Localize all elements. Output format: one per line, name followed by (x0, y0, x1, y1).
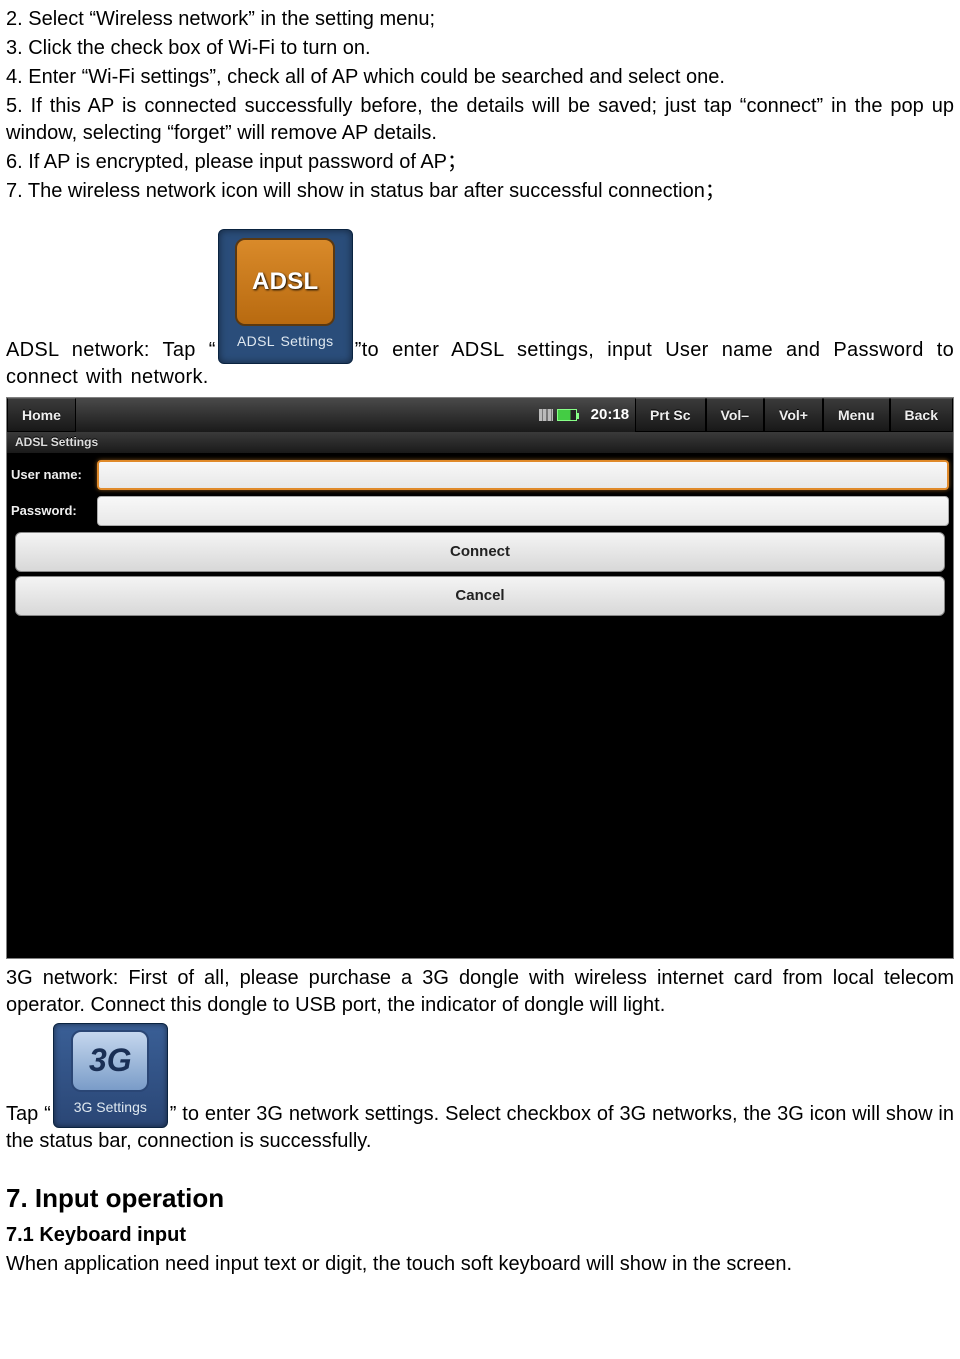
g3-icon-inner: 3G (71, 1030, 149, 1092)
topbar: Home 20:18 Prt Sc Vol– Vol+ Menu Back (7, 398, 953, 432)
adsl-settings-screenshot: Home 20:18 Prt Sc Vol– Vol+ Menu Back AD… (6, 397, 954, 959)
subheader: ADSL Settings (7, 432, 953, 454)
section-7-heading: 7. Input operation (6, 1181, 954, 1216)
voldown-button[interactable]: Vol– (706, 398, 765, 432)
step-3: 3. Click the check box of Wi-Fi to turn … (6, 35, 954, 62)
password-input[interactable] (97, 496, 949, 526)
g3-paragraph: 3G network: First of all, please purchas… (6, 965, 954, 1019)
step-5: 5. If this AP is connected successfully … (6, 93, 954, 147)
home-button[interactable]: Home (7, 398, 76, 432)
g3-prefix: Tap “ (6, 1103, 51, 1125)
step-4: 4. Enter “Wi-Fi settings”, check all of … (6, 64, 954, 91)
prtsc-button[interactable]: Prt Sc (635, 398, 705, 432)
step-2: 2. Select “Wireless network” in the sett… (6, 6, 954, 33)
step-6: 6. If AP is encrypted, please input pass… (6, 149, 954, 176)
section-7-1-body: When application need input text or digi… (6, 1251, 954, 1278)
status-area (531, 398, 585, 432)
adsl-icon-label: ADSL Settings (237, 332, 333, 351)
adsl-settings-icon: ADSL ADSL Settings (218, 229, 353, 364)
adsl-prefix: ADSL network: Tap “ (6, 339, 216, 361)
connect-button[interactable]: Connect (15, 532, 945, 572)
step-7: 7. The wireless network icon will show i… (6, 178, 954, 205)
g3-settings-icon: 3G 3G Settings (53, 1023, 168, 1128)
password-label: Password: (11, 502, 97, 520)
cancel-button[interactable]: Cancel (15, 576, 945, 616)
back-button[interactable]: Back (890, 398, 953, 432)
username-label: User name: (11, 466, 97, 484)
clock: 20:18 (585, 398, 635, 432)
volup-button[interactable]: Vol+ (764, 398, 823, 432)
section-7-1-heading: 7.1 Keyboard input (6, 1222, 954, 1249)
battery-icon (557, 409, 577, 421)
signal-icon (539, 409, 553, 421)
g3-icon-label: 3G Settings (74, 1098, 147, 1117)
menu-button[interactable]: Menu (823, 398, 890, 432)
username-input[interactable] (97, 460, 949, 490)
adsl-icon-inner: ADSL (235, 238, 335, 326)
